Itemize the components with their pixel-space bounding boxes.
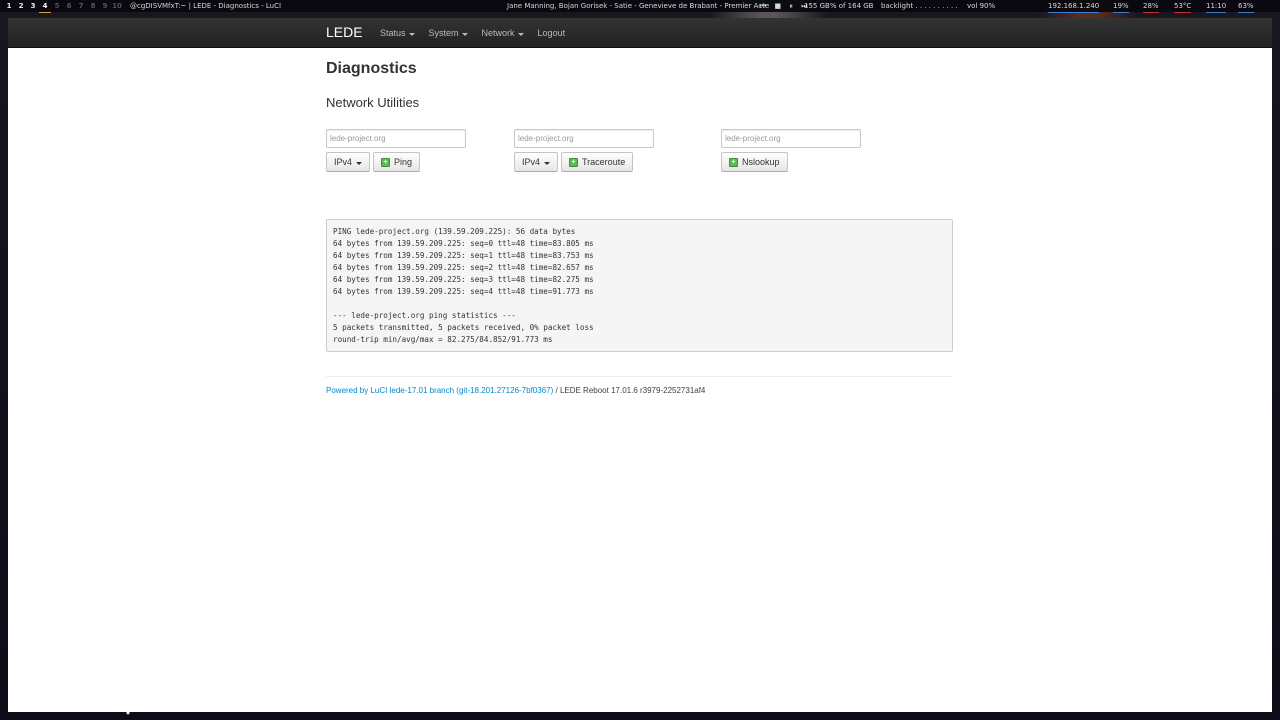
luci-version-link[interactable]: Powered by LuCI lede-17.01 branch (git-1… xyxy=(326,386,553,395)
workspace-4[interactable]: 4 xyxy=(39,0,51,13)
nslookup-tool: + Nslookup xyxy=(721,129,861,172)
traceroute-host-input[interactable] xyxy=(514,129,654,148)
traceroute-protocol-select[interactable]: IPv4 xyxy=(514,152,559,172)
menu-network-label: Network xyxy=(481,28,515,38)
now-playing: Jane Manning, Bojan Gorisek - Satie - Ge… xyxy=(507,2,770,10)
menu-status-label: Status xyxy=(380,28,406,38)
system-status-bar: 1 2 3 4 5 6 7 8 9 10 @cgDISVMfxT:~ | LED… xyxy=(0,0,1280,13)
traceroute-button[interactable]: + Traceroute xyxy=(561,152,634,172)
menu-logout[interactable]: Logout xyxy=(538,28,566,38)
ping-host-input[interactable] xyxy=(326,129,466,148)
menu-system[interactable]: System xyxy=(429,28,468,38)
battery-level: 63% xyxy=(1238,0,1254,13)
workspace-9[interactable]: 9 xyxy=(99,0,111,13)
caret-down-icon xyxy=(356,161,363,165)
clock: 11:10 xyxy=(1206,0,1227,13)
ip-address: 192.168.1.240 xyxy=(1048,0,1100,13)
traceroute-button-label: Traceroute xyxy=(582,157,626,167)
section-title: Network Utilities xyxy=(326,95,420,110)
cpu-usage: 19% xyxy=(1113,0,1129,13)
page-footer: Powered by LuCI lede-17.01 branch (git-1… xyxy=(326,386,705,395)
backlight-indicator: backlight . . . . . . . . . . xyxy=(881,2,958,10)
footer-divider xyxy=(326,376,953,377)
ping-protocol-select[interactable]: IPv4 xyxy=(326,152,371,172)
nslookup-button-label: Nslookup xyxy=(742,157,780,167)
page-title: Diagnostics xyxy=(326,60,417,77)
firmware-version: LEDE Reboot 17.01.6 r3979-2252731af4 xyxy=(559,386,706,395)
ping-tool: IPv4 + Ping xyxy=(326,129,466,172)
footer-separator: / xyxy=(553,386,560,395)
cpu-temperature: 53°C xyxy=(1174,0,1192,13)
main-menu: Status System Network Logout xyxy=(380,18,565,48)
workspace-1[interactable]: 1 xyxy=(3,0,15,13)
ping-protocol-value: IPv4 xyxy=(334,157,353,167)
apply-icon: + xyxy=(381,157,391,167)
nslookup-button[interactable]: + Nslookup xyxy=(721,152,788,172)
workspace-5[interactable]: 5 xyxy=(51,0,63,13)
luci-page: LEDE Status System Network Logout Diagno… xyxy=(8,18,1272,712)
workspace-10[interactable]: 10 xyxy=(111,0,123,13)
caret-down-icon xyxy=(461,32,468,36)
workspace-6[interactable]: 6 xyxy=(63,0,75,13)
traceroute-protocol-value: IPv4 xyxy=(522,157,541,167)
nslookup-host-input[interactable] xyxy=(721,129,861,148)
memory-usage: 28% xyxy=(1143,0,1159,13)
apply-icon: + xyxy=(569,157,579,167)
ping-button-label: Ping xyxy=(394,157,413,167)
caret-down-icon xyxy=(517,32,524,36)
workspace-3[interactable]: 3 xyxy=(27,0,39,13)
menu-system-label: System xyxy=(428,28,459,38)
media-controls[interactable]: ⏮ ■ ⏸ ⏭ xyxy=(760,0,810,12)
ping-button[interactable]: + Ping xyxy=(373,152,421,172)
disk-usage: 155 GB% of 164 GB xyxy=(804,2,874,10)
traceroute-tool: IPv4 + Traceroute xyxy=(514,129,654,172)
workspace-8[interactable]: 8 xyxy=(87,0,99,13)
top-navbar: LEDE Status System Network Logout xyxy=(8,18,1272,48)
workspace-2[interactable]: 2 xyxy=(15,0,27,13)
command-output: PING lede-project.org (139.59.209.225): … xyxy=(326,219,953,352)
menu-logout-label: Logout xyxy=(537,28,566,38)
brand-logo[interactable]: LEDE xyxy=(326,24,363,40)
volume-indicator: vol 90% xyxy=(967,2,996,10)
caret-down-icon xyxy=(408,32,415,36)
apply-icon: + xyxy=(729,157,738,167)
workspace-7[interactable]: 7 xyxy=(75,0,87,13)
window-title: @cgDISVMfxT:~ | LEDE - Diagnostics - LuC… xyxy=(130,2,282,10)
menu-network[interactable]: Network xyxy=(482,28,524,38)
caret-down-icon xyxy=(544,161,551,165)
workspace-switcher[interactable]: 1 2 3 4 5 6 7 8 9 10 xyxy=(3,0,123,13)
menu-status[interactable]: Status xyxy=(380,28,415,38)
